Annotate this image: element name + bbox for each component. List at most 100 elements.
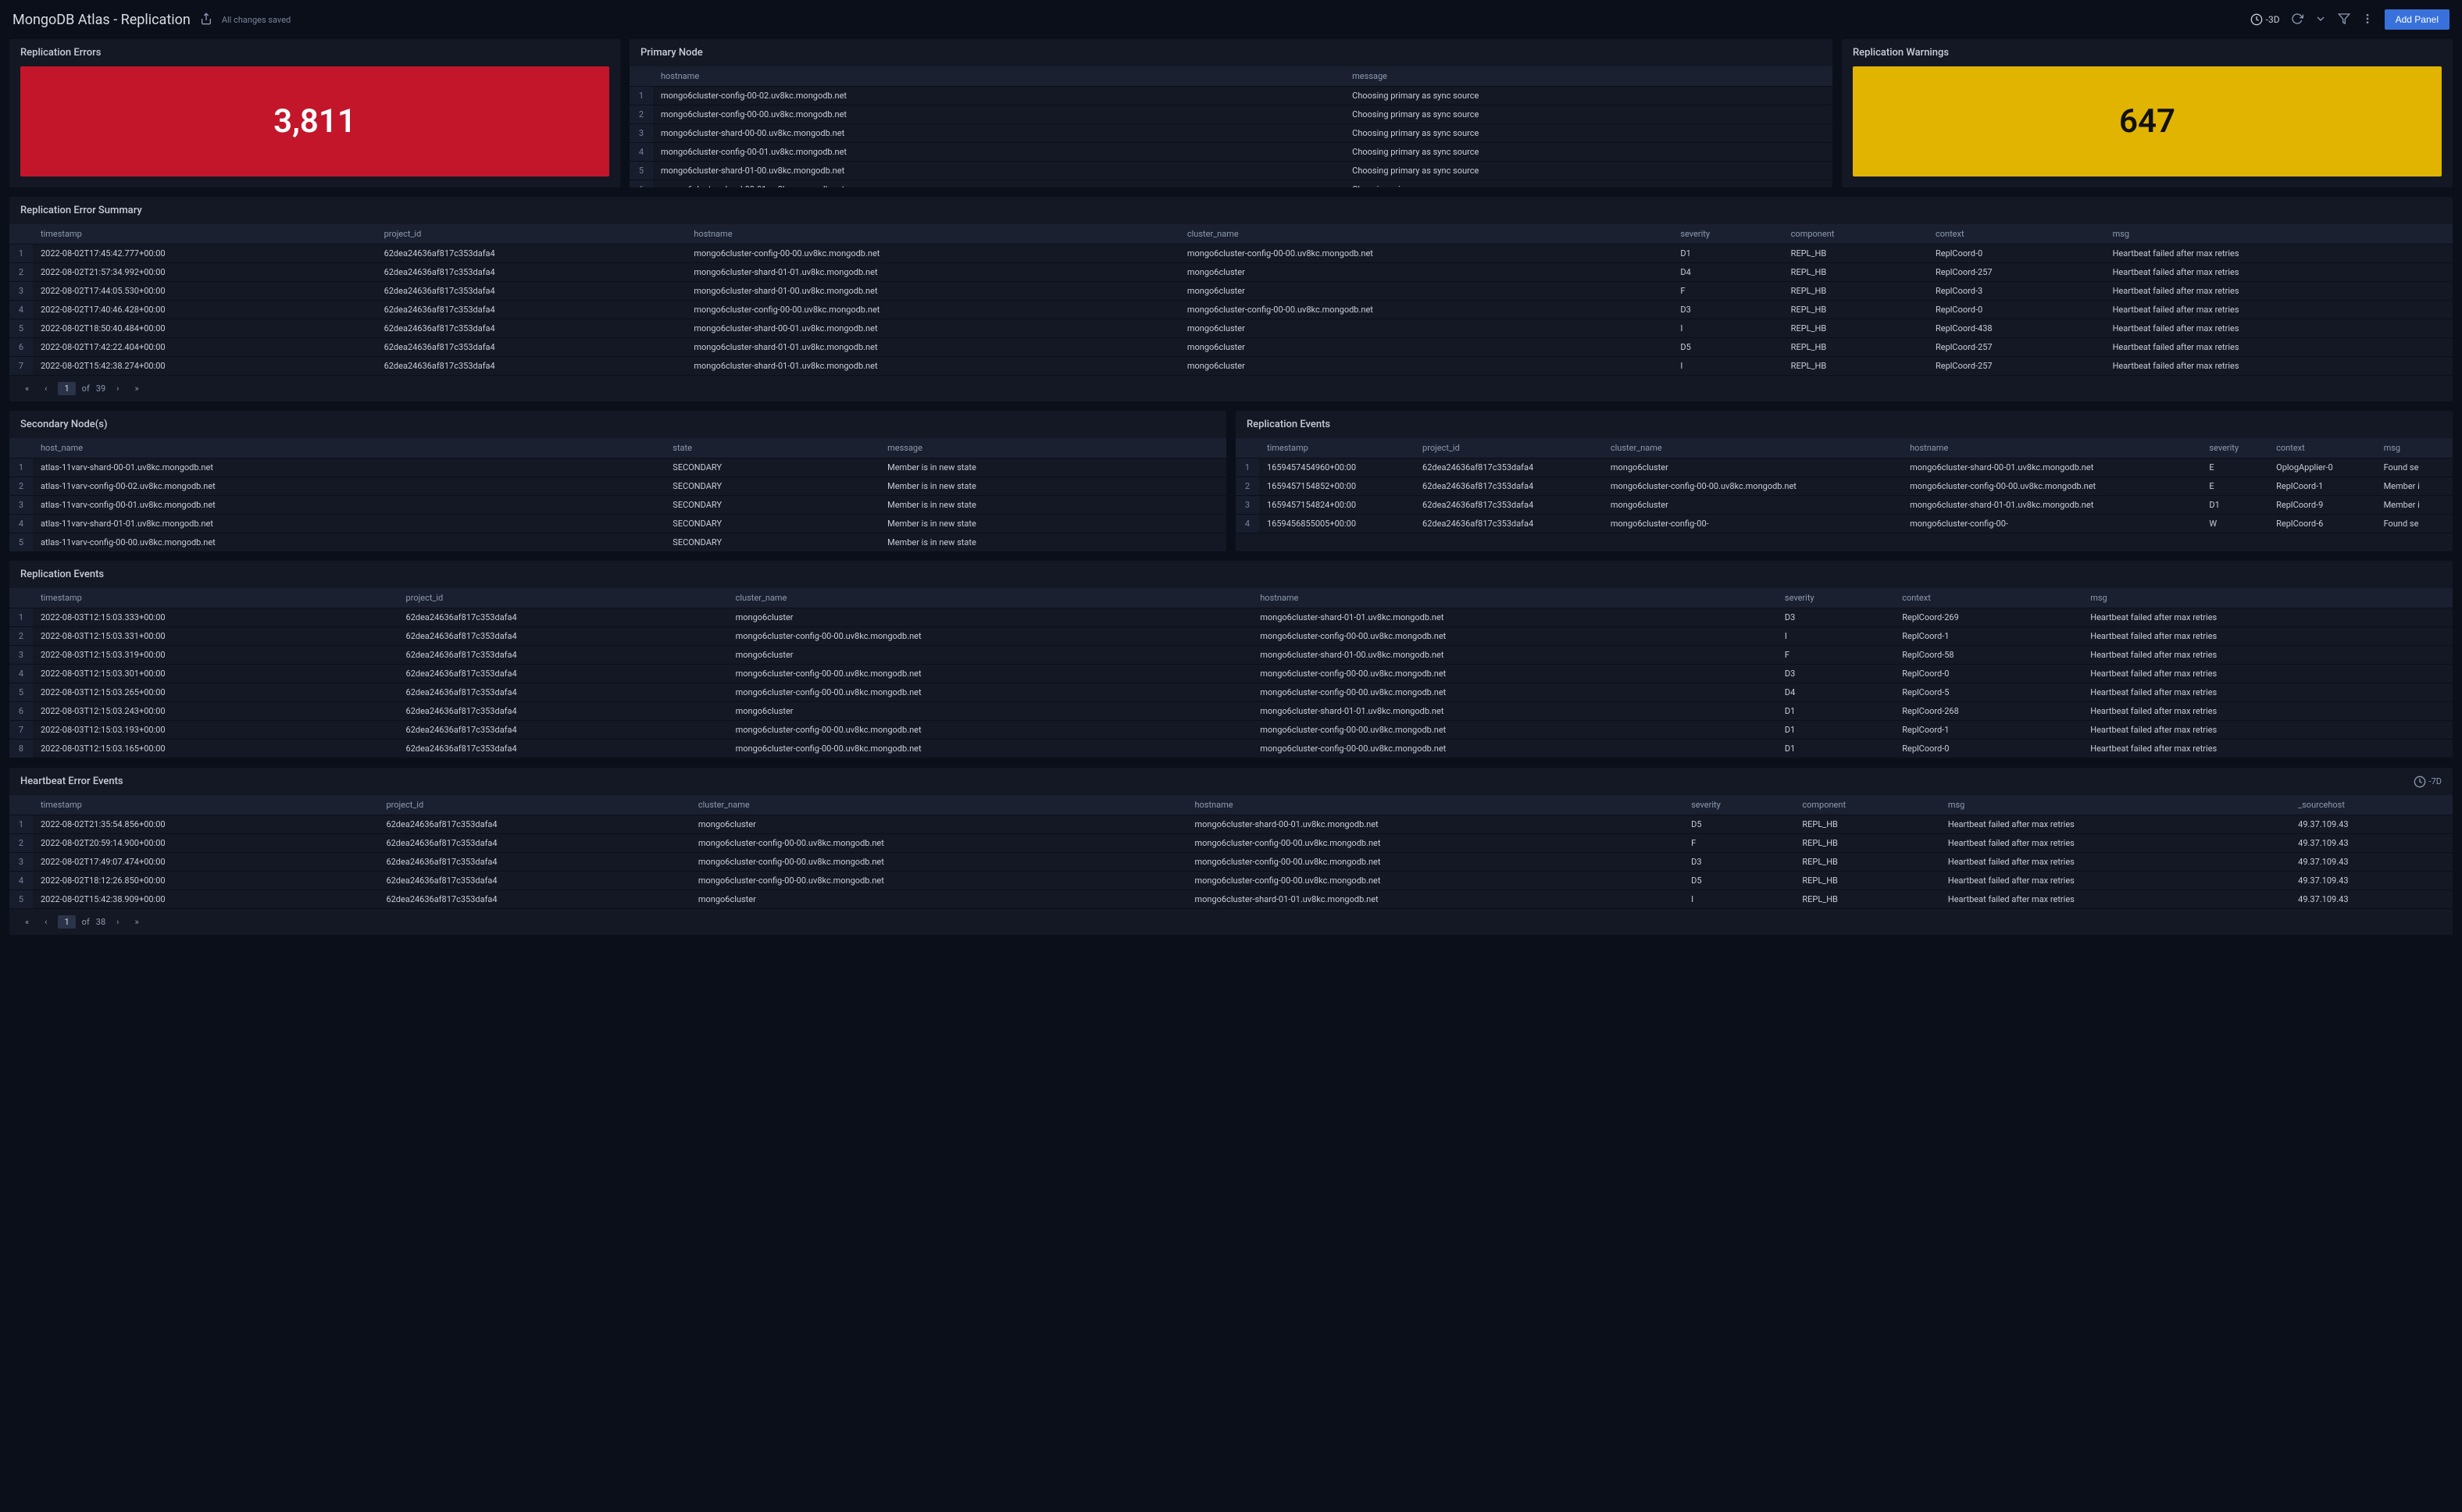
- table-row[interactable]: 3mongo6cluster-shard-00-00.uv8kc.mongodb…: [630, 124, 1832, 143]
- table-row[interactable]: 12022-08-03T12:15:03.333+00:0062dea24636…: [9, 608, 2453, 627]
- cell: 49.37.109.43: [2290, 834, 2453, 853]
- cell: 62dea24636af817c353dafa4: [378, 872, 690, 890]
- table-row[interactable]: 5mongo6cluster-shard-01-00.uv8kc.mongodb…: [630, 162, 1832, 180]
- cell: mongo6cluster: [1179, 357, 1672, 376]
- table-row[interactable]: 11659457454960+00:0062dea24636af817c353d…: [1236, 458, 2453, 477]
- cell: ReplCoord-257: [1928, 357, 2105, 376]
- col-context[interactable]: context: [1894, 588, 2082, 608]
- col-component[interactable]: component: [1783, 224, 1928, 244]
- table-row[interactable]: 4mongo6cluster-config-00-01.uv8kc.mongod…: [630, 143, 1832, 162]
- page-first-icon[interactable]: «: [20, 382, 34, 395]
- table-row[interactable]: 42022-08-02T17:40:46.428+00:0062dea24636…: [9, 301, 2453, 319]
- col-timestamp[interactable]: timestamp: [33, 795, 378, 815]
- panel-time-override[interactable]: -7D: [2414, 776, 2442, 788]
- table-row[interactable]: 1mongo6cluster-config-00-02.uv8kc.mongod…: [630, 87, 1832, 105]
- col-timestamp[interactable]: timestamp: [33, 224, 376, 244]
- col-state[interactable]: state: [665, 438, 880, 458]
- cell: mongo6cluster-shard-01-01.uv8kc.mongodb.…: [1186, 890, 1683, 909]
- add-panel-button[interactable]: Add Panel: [2385, 9, 2450, 30]
- page-next-icon[interactable]: ›: [112, 382, 123, 395]
- cell: Heartbeat failed after max retries: [2105, 357, 2453, 376]
- table-row[interactable]: 42022-08-02T18:12:26.850+00:0062dea24636…: [9, 872, 2453, 890]
- table-row[interactable]: 21659457154852+00:0062dea24636af817c353d…: [1236, 477, 2453, 496]
- col-component[interactable]: component: [1794, 795, 1940, 815]
- col-message[interactable]: message: [880, 438, 1226, 458]
- col-cluster_name[interactable]: cluster_name: [690, 795, 1187, 815]
- row-index: 4: [9, 872, 33, 890]
- page-next-icon[interactable]: ›: [112, 915, 123, 929]
- col-hostname[interactable]: hostname: [1186, 795, 1683, 815]
- table-row[interactable]: 4atlas-11varv-shard-01-01.uv8kc.mongodb.…: [9, 515, 1226, 533]
- cell: Found se: [2376, 458, 2453, 477]
- table-row[interactable]: 72022-08-03T12:15:03.193+00:0062dea24636…: [9, 721, 2453, 740]
- col-severity[interactable]: severity: [2201, 438, 2268, 458]
- share-icon[interactable]: [200, 12, 212, 27]
- page-last-icon[interactable]: »: [130, 382, 143, 395]
- kebab-menu-icon[interactable]: [2361, 12, 2374, 27]
- table-row[interactable]: 52022-08-02T15:42:38.909+00:0062dea24636…: [9, 890, 2453, 909]
- table-row[interactable]: 5atlas-11varv-config-00-00.uv8kc.mongodb…: [9, 533, 1226, 552]
- col-project_id[interactable]: project_id: [376, 224, 687, 244]
- col-hostname[interactable]: hostname: [1902, 438, 2201, 458]
- table-row[interactable]: 42022-08-03T12:15:03.301+00:0062dea24636…: [9, 665, 2453, 683]
- time-range-picker[interactable]: -3D: [2250, 13, 2280, 26]
- col-_sourcehost[interactable]: _sourcehost: [2290, 795, 2453, 815]
- col-hostname[interactable]: hostname: [1252, 588, 1777, 608]
- table-row[interactable]: 62022-08-02T17:42:22.404+00:0062dea24636…: [9, 338, 2453, 357]
- table-row[interactable]: 12022-08-02T17:45:42.777+00:0062dea24636…: [9, 244, 2453, 263]
- col-severity[interactable]: severity: [1683, 795, 1794, 815]
- col-cluster_name[interactable]: cluster_name: [728, 588, 1253, 608]
- table-row[interactable]: 82022-08-03T12:15:03.165+00:0062dea24636…: [9, 740, 2453, 758]
- page-first-icon[interactable]: «: [20, 915, 34, 929]
- col-severity[interactable]: severity: [1672, 224, 1782, 244]
- table-row[interactable]: 52022-08-02T18:50:40.484+00:0062dea24636…: [9, 319, 2453, 338]
- table-row[interactable]: 22022-08-03T12:15:03.331+00:0062dea24636…: [9, 627, 2453, 646]
- col-context[interactable]: context: [2268, 438, 2375, 458]
- table-row[interactable]: 12022-08-02T21:35:54.856+00:0062dea24636…: [9, 815, 2453, 834]
- table-row[interactable]: 31659457154824+00:0062dea24636af817c353d…: [1236, 496, 2453, 515]
- cell: Heartbeat failed after max retries: [2082, 702, 2453, 721]
- col-hostname[interactable]: hostname: [653, 66, 1344, 87]
- col-msg[interactable]: msg: [2105, 224, 2453, 244]
- col-host_name[interactable]: host_name: [33, 438, 665, 458]
- table-row[interactable]: 6mongo6cluster-shard-00-01.uv8kc.mongodb…: [630, 180, 1832, 188]
- row-index: 6: [630, 180, 653, 188]
- table-row[interactable]: 22022-08-02T21:57:34.992+00:0062dea24636…: [9, 263, 2453, 282]
- chevron-down-icon[interactable]: [2314, 12, 2327, 27]
- refresh-icon[interactable]: [2291, 12, 2303, 27]
- page-last-icon[interactable]: »: [130, 915, 143, 929]
- page-prev-icon[interactable]: ‹: [40, 382, 52, 395]
- col-severity[interactable]: severity: [1777, 588, 1894, 608]
- cell: Found se: [2376, 515, 2453, 533]
- table-row[interactable]: 32022-08-03T12:15:03.319+00:0062dea24636…: [9, 646, 2453, 665]
- col-timestamp[interactable]: timestamp: [33, 588, 398, 608]
- col-project_id[interactable]: project_id: [378, 795, 690, 815]
- col-project_id[interactable]: project_id: [1415, 438, 1603, 458]
- col-cluster_name[interactable]: cluster_name: [1603, 438, 1902, 458]
- col-message[interactable]: message: [1344, 66, 1832, 87]
- table-row[interactable]: 22022-08-02T20:59:14.900+00:0062dea24636…: [9, 834, 2453, 853]
- page-prev-icon[interactable]: ‹: [40, 915, 52, 929]
- col-project_id[interactable]: project_id: [398, 588, 728, 608]
- col-cluster_name[interactable]: cluster_name: [1179, 224, 1672, 244]
- col-msg[interactable]: msg: [2376, 438, 2453, 458]
- table-row[interactable]: 72022-08-02T15:42:38.274+00:0062dea24636…: [9, 357, 2453, 376]
- col-context[interactable]: context: [1928, 224, 2105, 244]
- cell: 2022-08-02T17:42:22.404+00:00: [33, 338, 376, 357]
- col-timestamp[interactable]: timestamp: [1259, 438, 1415, 458]
- col-msg[interactable]: msg: [2082, 588, 2453, 608]
- cell: mongo6cluster-shard-00-01.uv8kc.mongodb.…: [653, 180, 1344, 188]
- table-row[interactable]: 1atlas-11varv-shard-00-01.uv8kc.mongodb.…: [9, 458, 1226, 477]
- table-row[interactable]: 52022-08-03T12:15:03.265+00:0062dea24636…: [9, 683, 2453, 702]
- table-row[interactable]: 62022-08-03T12:15:03.243+00:0062dea24636…: [9, 702, 2453, 721]
- table-row[interactable]: 3atlas-11varv-config-00-01.uv8kc.mongodb…: [9, 496, 1226, 515]
- table-row[interactable]: 2atlas-11varv-config-00-02.uv8kc.mongodb…: [9, 477, 1226, 496]
- filter-icon[interactable]: [2338, 12, 2350, 27]
- table-row[interactable]: 2mongo6cluster-config-00-00.uv8kc.mongod…: [630, 105, 1832, 124]
- table-row[interactable]: 41659456855005+00:0062dea24636af817c353d…: [1236, 515, 2453, 533]
- table-row[interactable]: 32022-08-02T17:49:07.474+00:0062dea24636…: [9, 853, 2453, 872]
- col-hostname[interactable]: hostname: [686, 224, 1179, 244]
- cell: mongo6cluster-config-00-00.uv8kc.mongodb…: [1252, 721, 1777, 740]
- table-row[interactable]: 32022-08-02T17:44:05.530+00:0062dea24636…: [9, 282, 2453, 301]
- col-msg[interactable]: msg: [1940, 795, 2290, 815]
